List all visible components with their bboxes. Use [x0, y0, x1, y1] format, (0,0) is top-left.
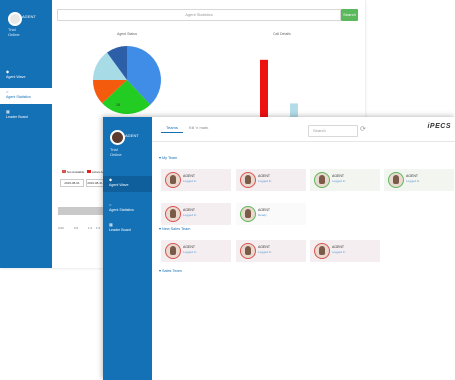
front-nav-label: Leader Board [109, 228, 131, 232]
agent-name: AGENT [332, 245, 345, 249]
agent-status: Logged In [183, 213, 197, 217]
agent-wave-window: AGENT Trial Online ◆ Agent Wave ○ Agent … [103, 117, 455, 380]
team-tabs: Teams Kill 'n mark [161, 123, 213, 135]
agent-name: AGENT [332, 174, 345, 178]
date-to-field[interactable]: 2016-08-31 [86, 179, 104, 187]
agent-card[interactable]: AGENT Logged In [236, 169, 306, 191]
front-nav-agent-statistics[interactable]: ○ Agent Statistics [103, 203, 152, 215]
front-nav-label: Agent Statistics [109, 208, 134, 212]
section-sales-team[interactable]: ▾ Sales Team [159, 268, 182, 273]
agent-avatar [314, 243, 330, 259]
agent-name: AGENT [183, 174, 196, 178]
agent-card[interactable]: AGENT Logged In [161, 240, 231, 262]
agent-avatar [165, 206, 181, 222]
agent-name: AGENT [258, 245, 271, 249]
refresh-icon[interactable]: ⟳ [360, 125, 366, 133]
legend-swatch-not-available [62, 170, 66, 173]
back-nav-agent-statistics[interactable]: ○ Agent Statistics [0, 88, 52, 104]
front-sidebar: AGENT Trial Online ◆ Agent Wave ○ Agent … [103, 117, 152, 380]
back-user-avatar [8, 12, 22, 26]
front-nav-agent-wave[interactable]: ◆ Agent Wave [103, 176, 152, 192]
front-nav-leader-board[interactable]: ▦ Leader Board [103, 223, 152, 235]
agent-status: Logged In [406, 179, 420, 183]
axis-tick: 0.5 [74, 226, 79, 230]
agent-card[interactable]: AGENT Ready [236, 203, 306, 225]
statistics-search-input[interactable]: Agent Statistics [57, 9, 341, 21]
call-details-bar-chart [260, 59, 298, 118]
agent-status: Logged In [183, 179, 197, 183]
legend-label-not-available: Not Available [66, 170, 85, 174]
agent-avatar [240, 206, 256, 222]
back-sidebar: AGENT Trial Online ◆ Agent Wave ○ Agent … [0, 0, 52, 268]
agent-status: Logged In [183, 250, 197, 254]
axis-tick: 0.00 [58, 226, 64, 230]
front-user-line2: Online [110, 152, 122, 157]
agent-status-pie-chart: 18 [93, 46, 161, 114]
search-button[interactable]: Search [341, 9, 358, 21]
back-nav-label: Agent Wave [6, 75, 26, 79]
front-user-name: AGENT [125, 133, 139, 138]
front-user-avatar [110, 130, 125, 145]
back-nav-agent-wave[interactable]: ◆ Agent Wave [0, 70, 52, 82]
agent-status: Logged In [258, 250, 272, 254]
agent-avatar [240, 172, 256, 188]
bar-mark [260, 59, 268, 118]
section-new-sales-team[interactable]: ▾ New Sales Team [159, 226, 190, 231]
agent-name: AGENT [183, 208, 196, 212]
front-nav-label: Agent Wave [109, 183, 129, 187]
agent-card[interactable]: AGENT Logged In [310, 240, 380, 262]
back-nav-label: Agent Statistics [6, 95, 31, 99]
axis-tick: 1.0 [88, 226, 93, 230]
agent-status: Ready [258, 213, 267, 217]
agent-name: AGENT [258, 208, 271, 212]
agent-status: Logged In [332, 179, 346, 183]
back-user-line2: Online [8, 32, 20, 37]
agent-avatar [165, 172, 181, 188]
agent-card[interactable]: AGENT Logged In [161, 169, 231, 191]
back-nav-label: Leader Board [6, 115, 28, 119]
agent-avatar [388, 172, 404, 188]
back-user-name: AGENT [22, 14, 36, 19]
bar-mark [290, 103, 298, 118]
header-divider [152, 141, 455, 142]
back-nav-leader-board[interactable]: ▦ Leader Board [0, 110, 52, 122]
bar-chart-title: Call Details [273, 32, 291, 36]
agent-avatar [240, 243, 256, 259]
agent-name: AGENT [183, 245, 196, 249]
section-my-team[interactable]: ▾ My Team [159, 155, 177, 160]
ipecs-logo: iPECS [427, 123, 451, 130]
pie-slice-label: 18 [116, 103, 120, 107]
legend-swatch-active [87, 170, 92, 173]
pie-chart-title: Agent Status [117, 32, 138, 36]
agent-card[interactable]: AGENT Logged In [161, 203, 231, 225]
agent-avatar [314, 172, 330, 188]
axis-tick: 1.5 [96, 226, 101, 230]
agent-avatar [165, 243, 181, 259]
date-from-field[interactable]: 2016-08-01 [60, 179, 84, 187]
agent-card[interactable]: AGENT Logged In [310, 169, 380, 191]
agent-status: Logged In [332, 250, 346, 254]
team-search-input[interactable]: Search [308, 125, 358, 137]
agent-status: Logged In [258, 179, 272, 183]
tab-kill-n-mark[interactable]: Kill 'n mark [184, 123, 213, 132]
progress-track [58, 207, 104, 215]
agent-name: AGENT [406, 174, 419, 178]
agent-card[interactable]: AGENT Logged In [236, 240, 306, 262]
agent-card[interactable]: AGENT Logged In [384, 169, 454, 191]
tab-teams[interactable]: Teams [161, 123, 183, 133]
agent-name: AGENT [258, 174, 271, 178]
